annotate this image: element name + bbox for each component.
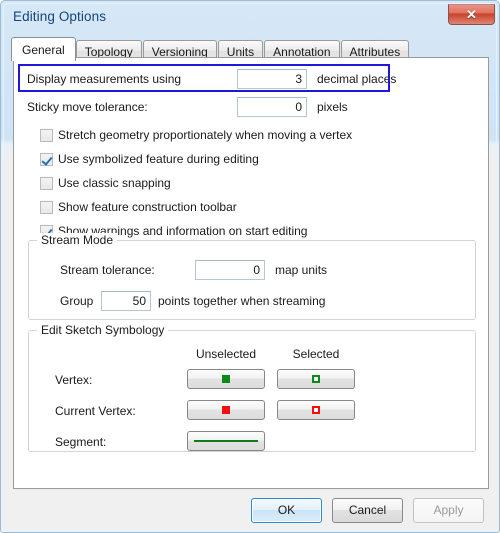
editing-options-dialog: Editing Options GeneralTopologyVersionin… bbox=[0, 0, 500, 533]
stream-tolerance-label: Stream tolerance: bbox=[60, 263, 155, 277]
row-label-segment: Segment: bbox=[55, 435, 107, 449]
edit-sketch-symbology-group: Edit Sketch Symbology Unselected Selecte… bbox=[28, 323, 476, 452]
filled-red-square-icon bbox=[222, 406, 230, 414]
outline-green-square-icon bbox=[312, 375, 320, 383]
ok-button[interactable]: OK bbox=[251, 498, 322, 523]
cancel-button[interactable]: Cancel bbox=[332, 498, 403, 523]
window-title: Editing Options bbox=[13, 9, 107, 24]
group-points-prefix: Group bbox=[60, 294, 94, 308]
checkbox-label: Use symbolized feature during editing bbox=[58, 152, 259, 166]
title-bar[interactable]: Editing Options bbox=[4, 4, 498, 32]
stream-mode-group: Stream Mode Stream tolerance: map units … bbox=[28, 233, 476, 320]
segment-symbol-button[interactable] bbox=[187, 431, 265, 451]
decimal-places-suffix: decimal places bbox=[317, 72, 397, 86]
column-header-selected: Selected bbox=[292, 347, 340, 361]
column-header-unselected: Unselected bbox=[195, 347, 257, 361]
group-points-input[interactable] bbox=[101, 291, 151, 311]
checkbox-box[interactable] bbox=[40, 201, 53, 214]
checkbox-box[interactable] bbox=[40, 153, 53, 166]
stream-mode-group-title: Stream Mode bbox=[37, 233, 118, 247]
tab-strip: General Topology Versioning Units Annotation… bbox=[11, 37, 410, 61]
decimal-places-input[interactable] bbox=[237, 69, 307, 89]
current-vertex-selected-symbol-button[interactable] bbox=[277, 400, 355, 420]
stream-tolerance-input[interactable] bbox=[195, 260, 265, 280]
checkbox-label: Show feature construction toolbar bbox=[58, 200, 237, 214]
apply-button[interactable]: Apply bbox=[413, 498, 484, 523]
current-vertex-unselected-symbol-button[interactable] bbox=[187, 400, 265, 420]
edit-sketch-symbology-group-title: Edit Sketch Symbology bbox=[37, 323, 169, 337]
filled-green-square-icon bbox=[222, 375, 230, 383]
sticky-move-tolerance-input[interactable] bbox=[237, 97, 307, 117]
tab-general[interactable]: General bbox=[11, 37, 76, 61]
checkbox-label: Stretch geometry proportionately when mo… bbox=[58, 128, 353, 142]
general-tab-panel: Display measurements using decimal place… bbox=[13, 57, 489, 489]
close-icon[interactable] bbox=[448, 4, 495, 25]
checkbox-box[interactable] bbox=[40, 129, 53, 142]
row-label-current-vertex: Current Vertex: bbox=[55, 404, 136, 418]
stream-tolerance-suffix: map units bbox=[275, 263, 328, 277]
vertex-selected-symbol-button[interactable] bbox=[277, 369, 355, 389]
outline-red-square-icon bbox=[312, 406, 320, 414]
checkbox-label: Use classic snapping bbox=[58, 176, 171, 190]
sticky-move-tolerance-suffix: pixels bbox=[317, 100, 348, 114]
row-label-vertex: Vertex: bbox=[55, 373, 93, 387]
sticky-move-tolerance-label: Sticky move tolerance: bbox=[27, 100, 148, 114]
checkbox-box[interactable] bbox=[40, 177, 53, 190]
group-points-suffix: points together when streaming bbox=[158, 294, 326, 308]
green-line-icon bbox=[194, 440, 258, 442]
vertex-unselected-symbol-button[interactable] bbox=[187, 369, 265, 389]
decimal-places-label: Display measurements using bbox=[27, 72, 182, 86]
